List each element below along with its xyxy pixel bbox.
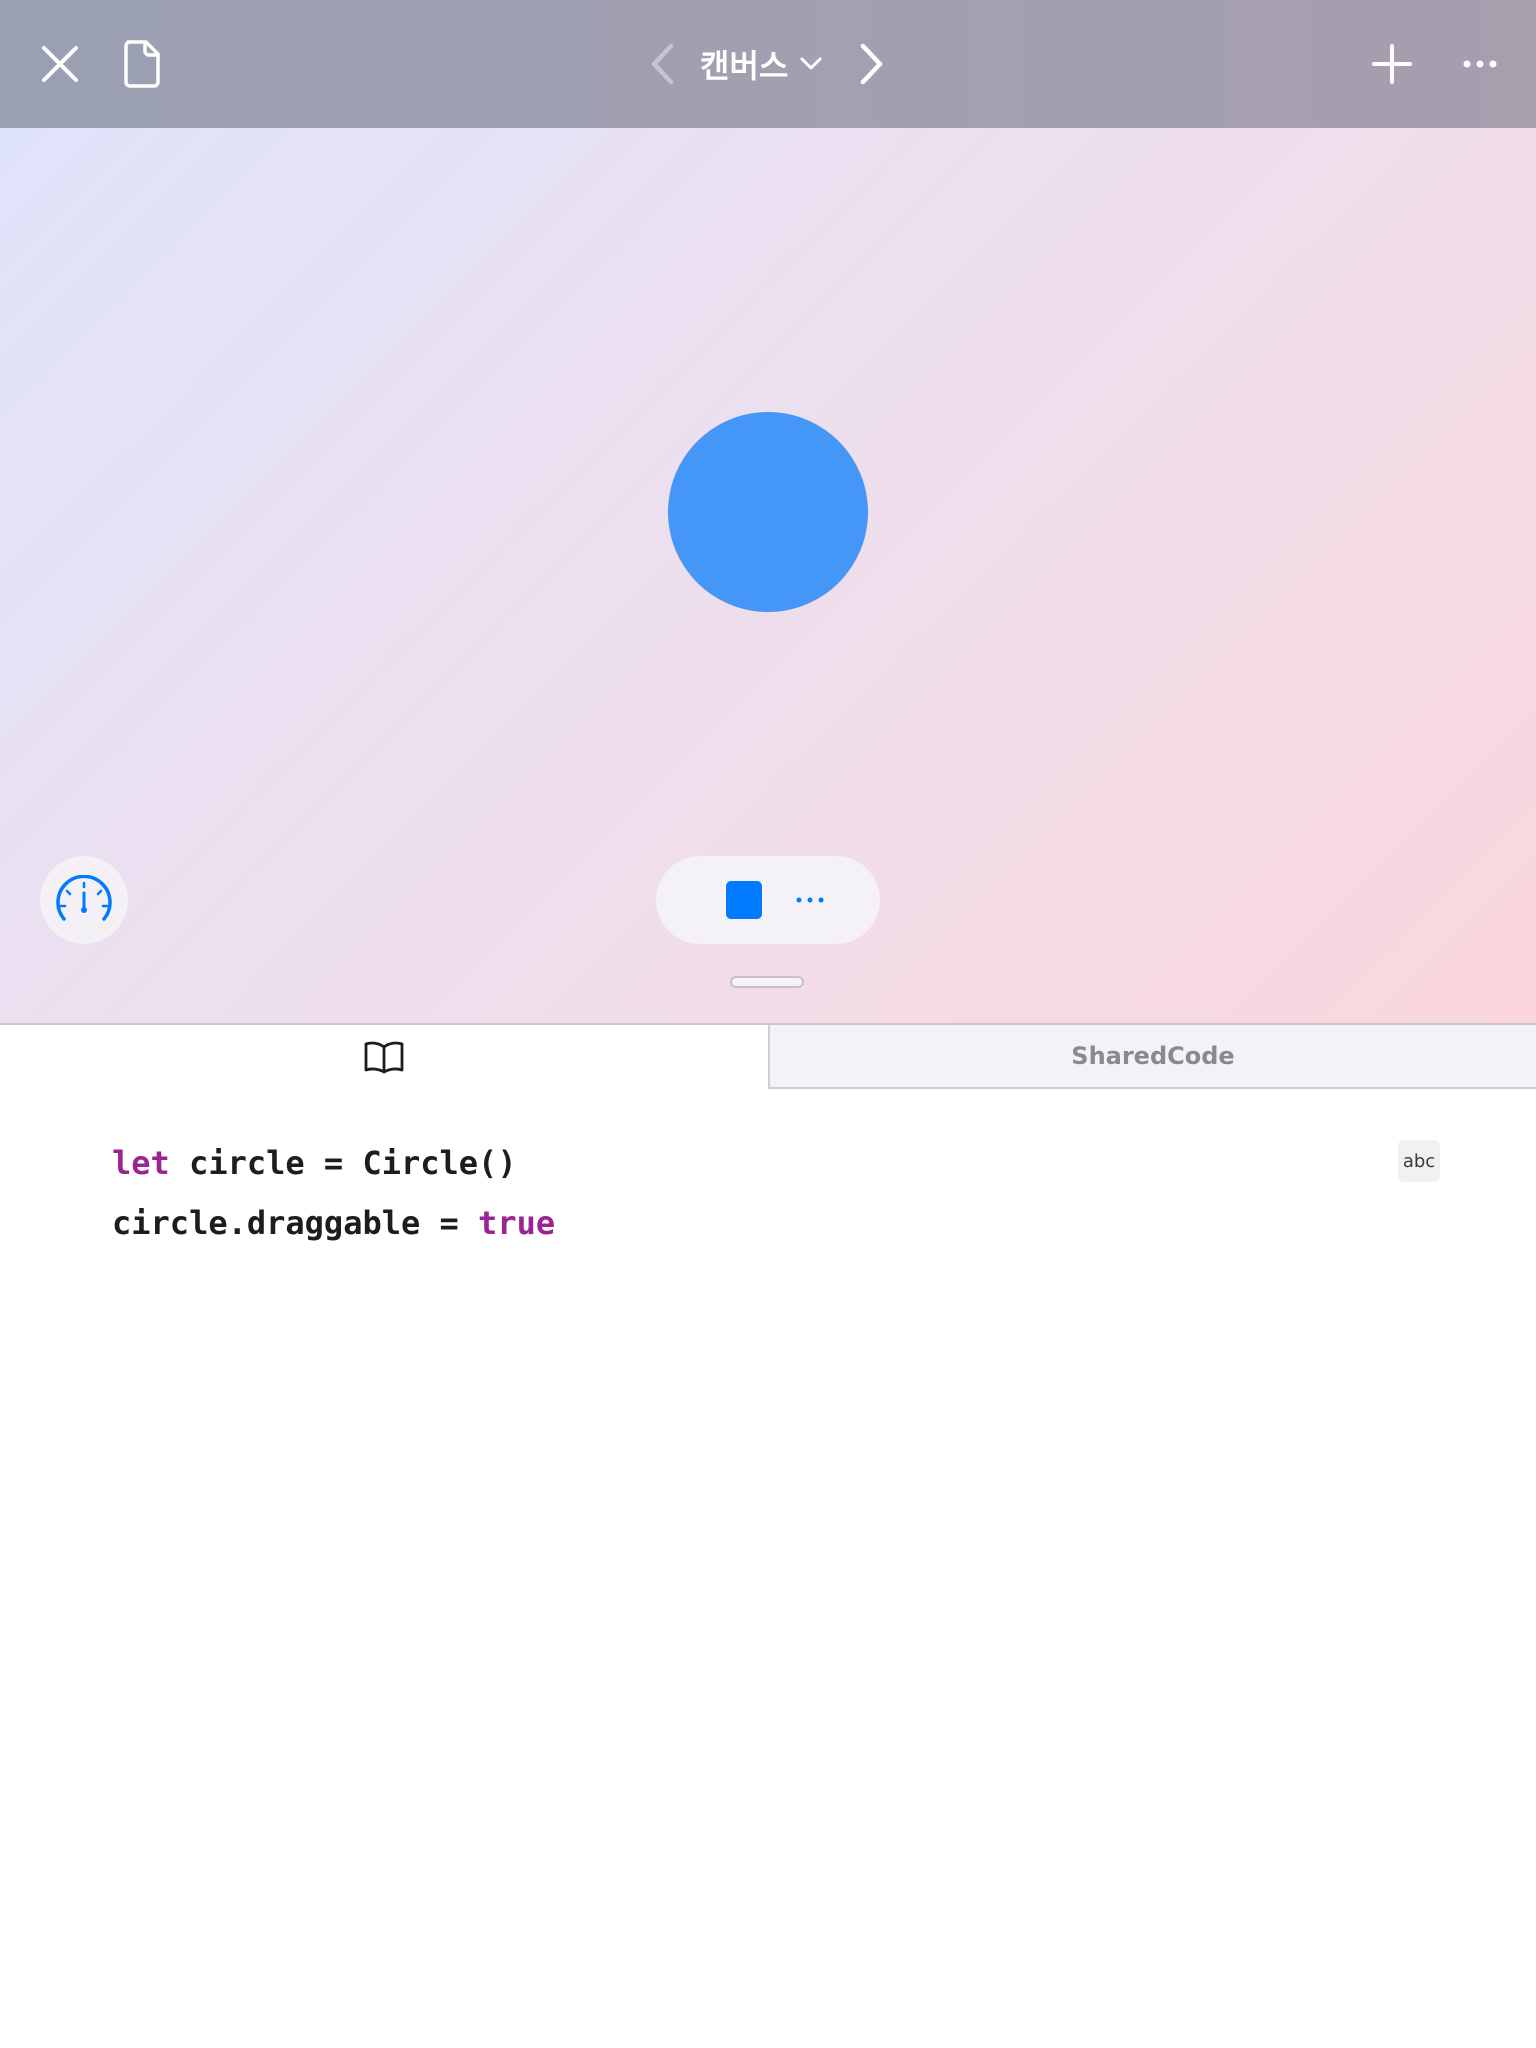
tab-guide[interactable] xyxy=(0,1025,768,1089)
code-line-1[interactable]: let circle = Circle() xyxy=(112,1141,517,1185)
code-text: circle.draggable = xyxy=(112,1204,479,1242)
chevron-left-icon xyxy=(651,43,674,85)
chevron-down-icon xyxy=(800,57,822,70)
chevron-right-icon xyxy=(860,43,883,85)
book-icon xyxy=(364,1041,404,1074)
speed-button[interactable] xyxy=(40,856,128,944)
document-icon xyxy=(124,40,160,88)
code-text: circle = Circle() xyxy=(169,1144,517,1182)
keyword-let: let xyxy=(112,1144,170,1182)
page-title-menu[interactable]: 캔버스 xyxy=(700,34,840,94)
abc-button[interactable]: abc xyxy=(1398,1140,1440,1182)
close-button[interactable] xyxy=(30,34,90,94)
add-button[interactable] xyxy=(1362,34,1422,94)
resize-grabber[interactable] xyxy=(730,976,804,988)
live-view[interactable]: 캔버스 xyxy=(0,0,1536,1023)
run-controls xyxy=(656,856,880,944)
speedometer-icon xyxy=(56,875,112,921)
plus-icon xyxy=(1372,44,1412,84)
close-icon xyxy=(42,46,78,82)
code-line-2[interactable]: circle.draggable = true xyxy=(112,1201,555,1245)
ellipsis-icon xyxy=(796,897,824,903)
tab-sharedcode[interactable]: SharedCode xyxy=(768,1025,1536,1089)
previous-page-button[interactable] xyxy=(640,34,684,94)
page-title: 캔버스 xyxy=(700,47,789,85)
navigation-bar: 캔버스 xyxy=(0,0,1536,128)
document-button[interactable] xyxy=(110,30,174,98)
tab-sharedcode-label: SharedCode xyxy=(1071,1042,1235,1070)
run-options-button[interactable] xyxy=(790,876,830,924)
more-options-button[interactable] xyxy=(1450,34,1510,94)
next-page-button[interactable] xyxy=(850,34,894,94)
playground-page: 캔버스 SharedCode let circle = Circle() cir… xyxy=(0,0,1536,2048)
draggable-circle[interactable] xyxy=(668,412,868,612)
stop-button[interactable] xyxy=(726,881,762,919)
keyword-true: true xyxy=(478,1204,556,1242)
ellipsis-icon xyxy=(1463,60,1497,68)
